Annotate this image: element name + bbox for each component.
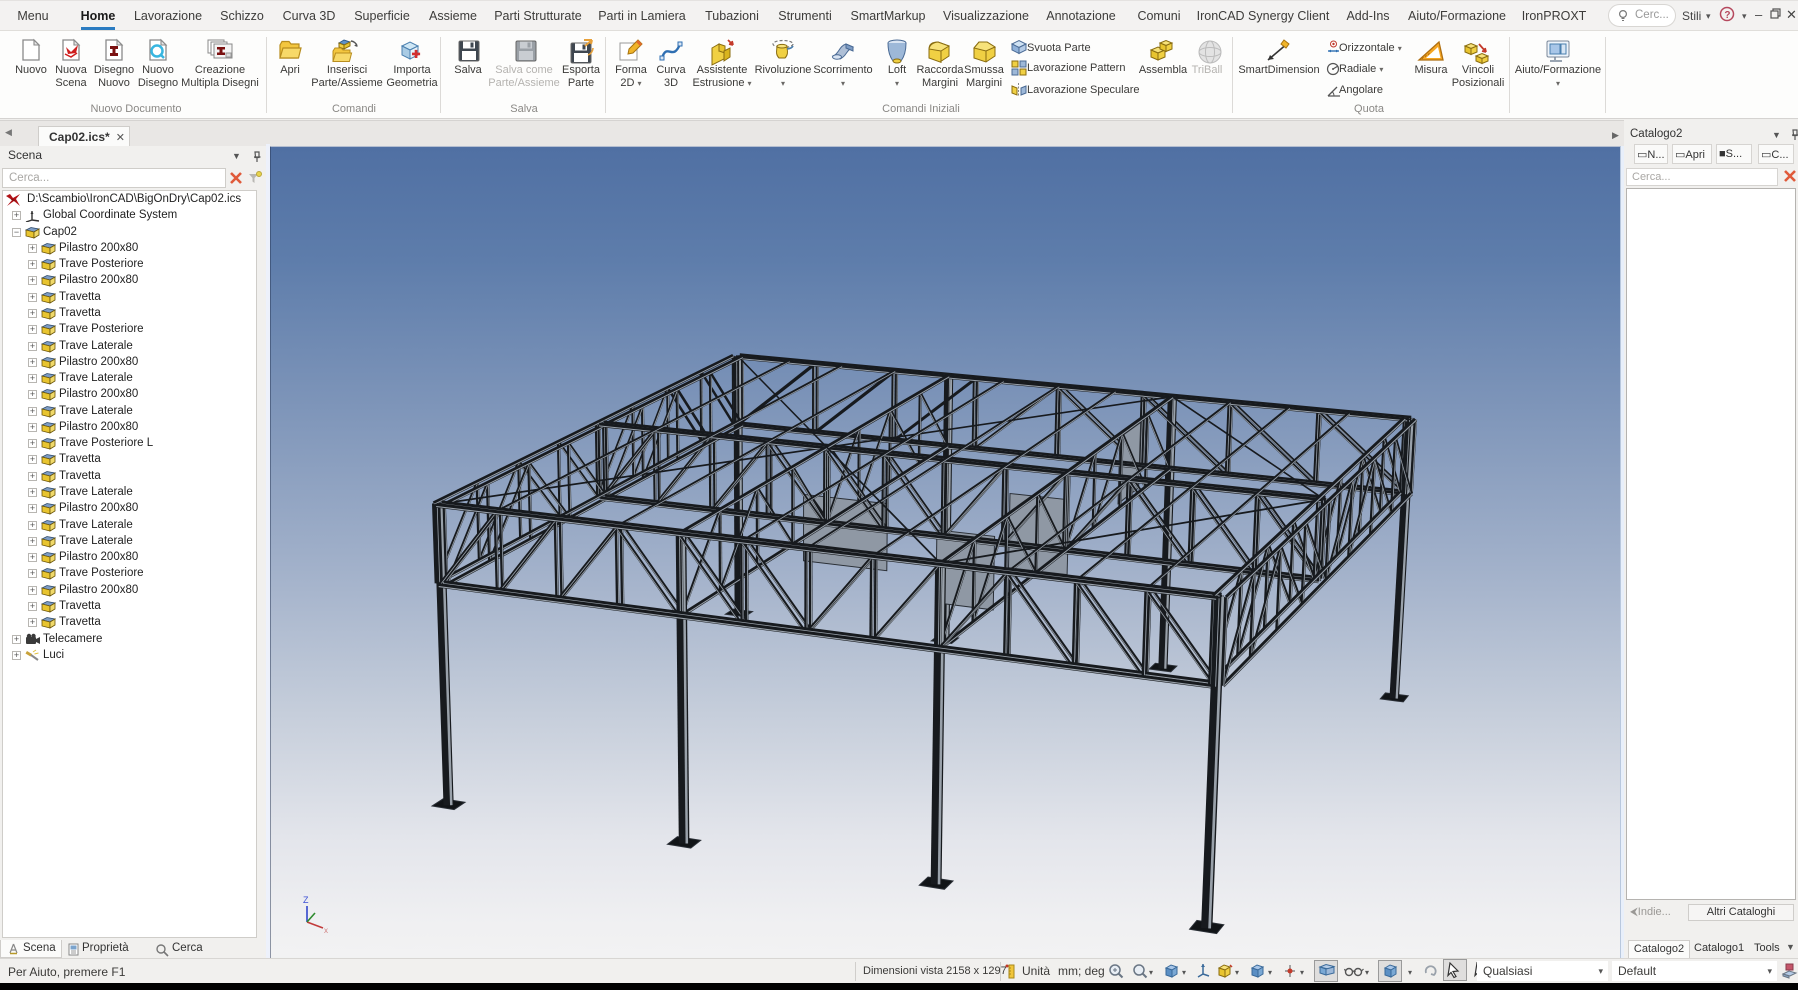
svg-text:Z: Z	[303, 895, 309, 905]
svg-text:?: ?	[1724, 10, 1730, 21]
svg-text:x: x	[324, 926, 328, 935]
